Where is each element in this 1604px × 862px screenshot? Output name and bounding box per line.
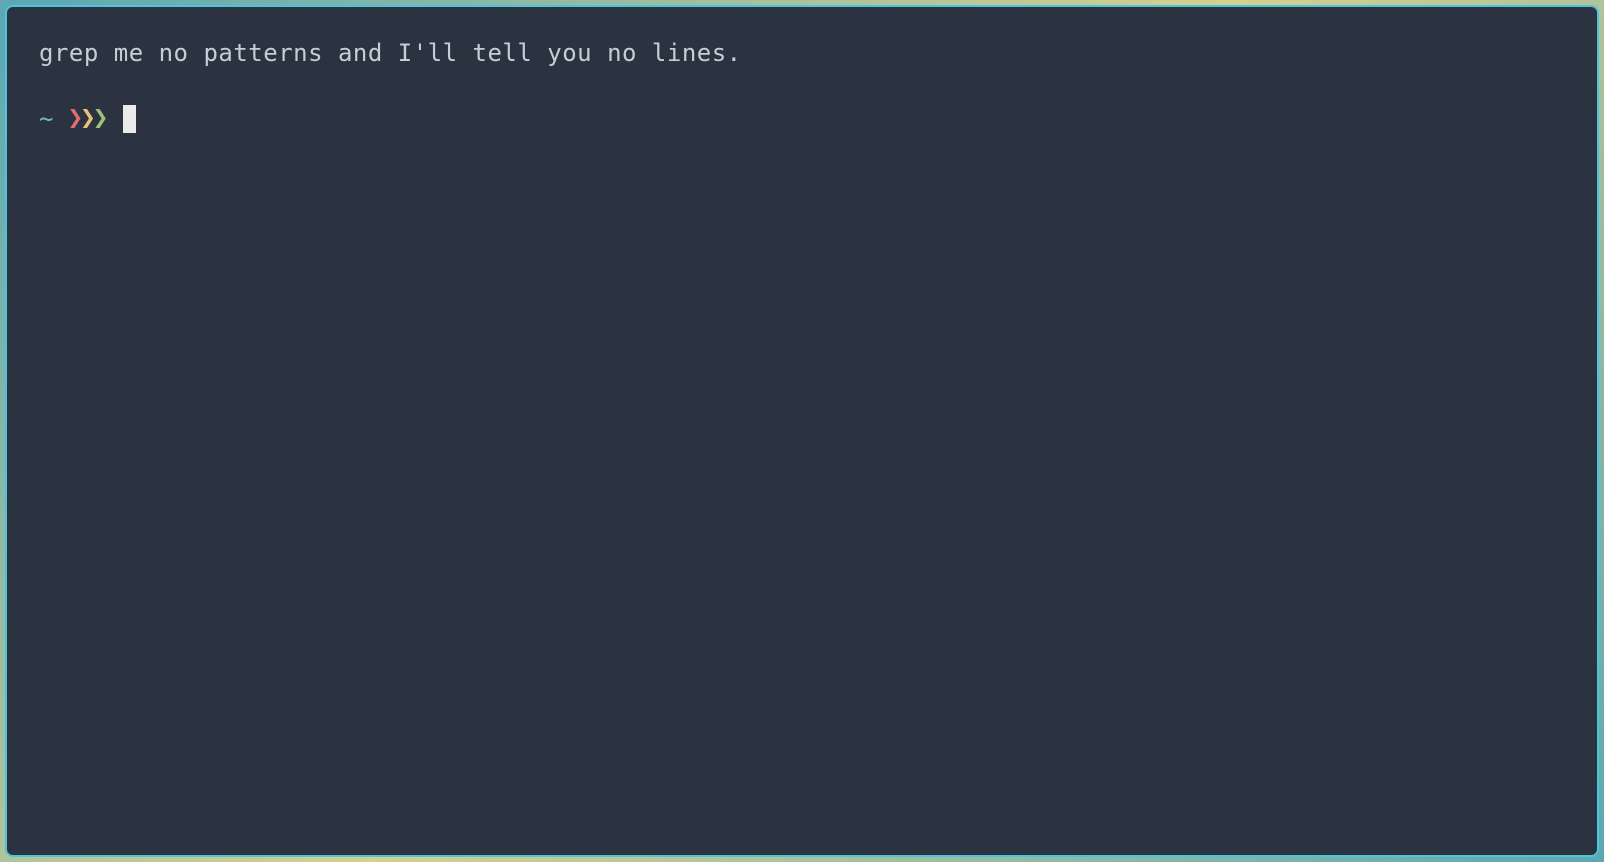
prompt-cwd: ~ [39,101,53,137]
prompt-line[interactable]: ~ ❯❯❯ [39,99,1565,138]
chevron-green-icon: ❯ [93,99,106,138]
chevron-yellow-icon: ❯ [80,99,93,138]
prompt-chevrons-icon: ❯❯❯ [67,99,105,138]
cursor-block-icon [123,105,136,133]
terminal-window[interactable]: grep me no patterns and I'll tell you no… [5,5,1599,857]
motd-text: grep me no patterns and I'll tell you no… [39,35,1565,71]
chevron-red-icon: ❯ [67,99,80,138]
